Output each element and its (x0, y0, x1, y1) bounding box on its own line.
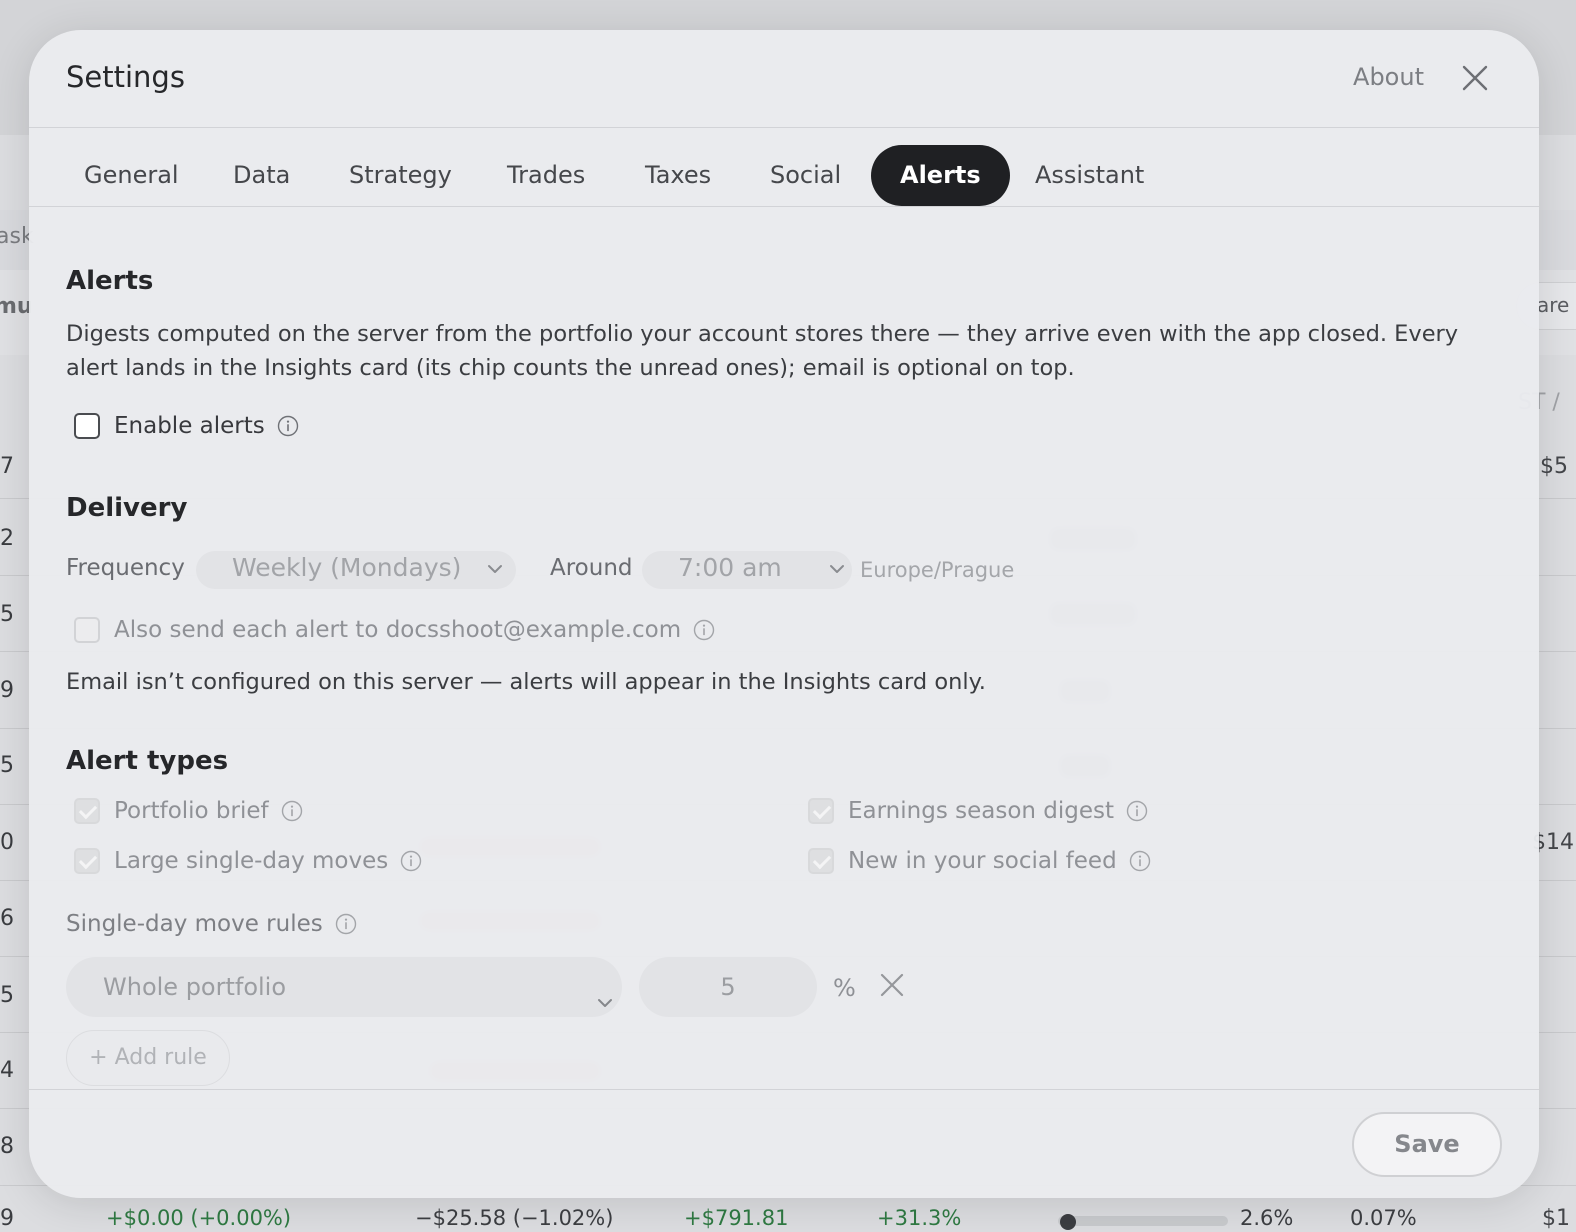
add-rule-button[interactable]: + Add rule (66, 1030, 230, 1086)
background-row-number: 8 (0, 1134, 14, 1159)
background-edge-text: $5 (1540, 454, 1568, 479)
background-bottom-cell: +31.3% (877, 1206, 962, 1230)
alert-type-label: Earnings season digest (848, 798, 1115, 824)
enable-alerts-row: Enable alerts (66, 413, 299, 439)
tab-assistant[interactable]: Assistant (1017, 145, 1162, 206)
time-value: 7:00 am (678, 553, 782, 582)
tab-data[interactable]: Data (215, 145, 308, 206)
timezone-label: Europe/Prague (860, 558, 1015, 582)
remove-rule-button[interactable] (877, 970, 907, 1000)
earnings-digest-checkbox[interactable] (808, 798, 834, 824)
email-alerts-checkbox[interactable] (74, 617, 100, 643)
alert-type-item: Earnings season digest (800, 798, 1148, 824)
info-icon[interactable] (1126, 800, 1148, 822)
rule-scope-select[interactable]: Whole portfolio (66, 957, 622, 1017)
frequency-value: Weekly (Mondays) (232, 553, 462, 582)
frequency-label: Frequency (66, 555, 185, 581)
background-row-number: 4 (0, 1058, 14, 1083)
rule-unit-label: % (833, 974, 856, 1002)
settings-modal: Settings About General Data Strategy Tra… (29, 30, 1539, 1198)
tab-taxes[interactable]: Taxes (627, 145, 729, 206)
background-weight-bar (1058, 1216, 1228, 1226)
chevron-down-icon (826, 557, 848, 579)
background-row-number: 5 (0, 602, 14, 627)
tab-strategy[interactable]: Strategy (331, 145, 470, 206)
rule-scope-value: Whole portfolio (103, 973, 287, 1001)
tab-general[interactable]: General (66, 145, 197, 206)
background-bottom-cell: 2.6% (1240, 1206, 1294, 1230)
background-edge-text: mu (0, 294, 33, 319)
background-pill-label: are (1537, 293, 1570, 317)
background-row-number: 9 (0, 678, 14, 703)
alert-type-label: Portfolio brief (114, 798, 269, 824)
settings-tabs: General Data Strategy Trades Taxes Socia… (29, 128, 1539, 207)
info-icon[interactable] (693, 619, 715, 641)
alert-types-heading: Alert types (66, 746, 229, 776)
save-button[interactable]: Save (1352, 1112, 1502, 1177)
info-icon[interactable] (277, 415, 299, 437)
modal-title: Settings (66, 60, 185, 94)
enable-alerts-checkbox[interactable] (74, 413, 100, 439)
alert-type-label: New in your social feed (848, 848, 1117, 874)
info-icon[interactable] (281, 800, 303, 822)
chevron-down-icon (484, 557, 506, 579)
alert-type-item: Large single-day moves (66, 848, 422, 874)
background-bottom-cell: −$25.58 (−1.02%) (415, 1206, 614, 1230)
around-label: Around (550, 555, 633, 581)
tab-social[interactable]: Social (752, 145, 859, 206)
close-icon (880, 973, 904, 997)
modal-footer: Save (29, 1089, 1539, 1198)
modal-header: Settings About (29, 30, 1539, 128)
background-bottom-cell: +$791.81 (684, 1206, 789, 1230)
background-row-number: 9 (0, 1206, 14, 1231)
email-note: Email isn’t configured on this server — … (66, 669, 986, 695)
chevron-down-icon (594, 976, 616, 1007)
rules-heading-row: Single-day move rules (66, 911, 357, 937)
background-row-number: 6 (0, 906, 14, 931)
info-icon[interactable] (1129, 850, 1151, 872)
background-weight-knob (1060, 1214, 1076, 1230)
background-bottom-cell: +$0.00 (+0.00%) (106, 1206, 292, 1230)
enable-alerts-label: Enable alerts (114, 413, 265, 439)
background-bottom-cell: 0.07% (1350, 1206, 1417, 1230)
time-select[interactable]: 7:00 am (642, 551, 852, 589)
rule-threshold-value: 5 (720, 973, 736, 1001)
background-row-number: 7 (0, 454, 14, 479)
background-row-number: 2 (0, 526, 14, 551)
alert-type-item: New in your social feed (800, 848, 1151, 874)
background-edge-text: $1 (1542, 1206, 1570, 1231)
frequency-select[interactable]: Weekly (Mondays) (196, 551, 516, 589)
tab-trades[interactable]: Trades (489, 145, 603, 206)
email-alerts-label: Also send each alert to docsshoot@exampl… (114, 617, 682, 643)
alert-type-item: Portfolio brief (66, 798, 303, 824)
close-button[interactable] (1455, 58, 1495, 98)
delivery-heading: Delivery (66, 493, 188, 523)
info-icon[interactable] (400, 850, 422, 872)
email-alerts-row: Also send each alert to docsshoot@exampl… (66, 617, 715, 643)
social-feed-checkbox[interactable] (808, 848, 834, 874)
background-row-number: 0 (0, 830, 14, 855)
tab-alerts[interactable]: Alerts (871, 145, 1010, 206)
background-row-number: 5 (0, 753, 14, 778)
alerts-heading: Alerts (66, 266, 154, 296)
rule-threshold-input[interactable]: 5 (639, 957, 817, 1017)
alert-type-label: Large single-day moves (114, 848, 389, 874)
portfolio-brief-checkbox[interactable] (74, 798, 100, 824)
about-link[interactable]: About (1353, 63, 1424, 91)
rules-heading: Single-day move rules (66, 911, 323, 937)
info-icon[interactable] (335, 913, 357, 935)
close-icon (1462, 65, 1488, 91)
large-moves-checkbox[interactable] (74, 848, 100, 874)
alerts-description: Digests computed on the server from the … (66, 321, 1459, 381)
background-row-number: 5 (0, 983, 14, 1008)
